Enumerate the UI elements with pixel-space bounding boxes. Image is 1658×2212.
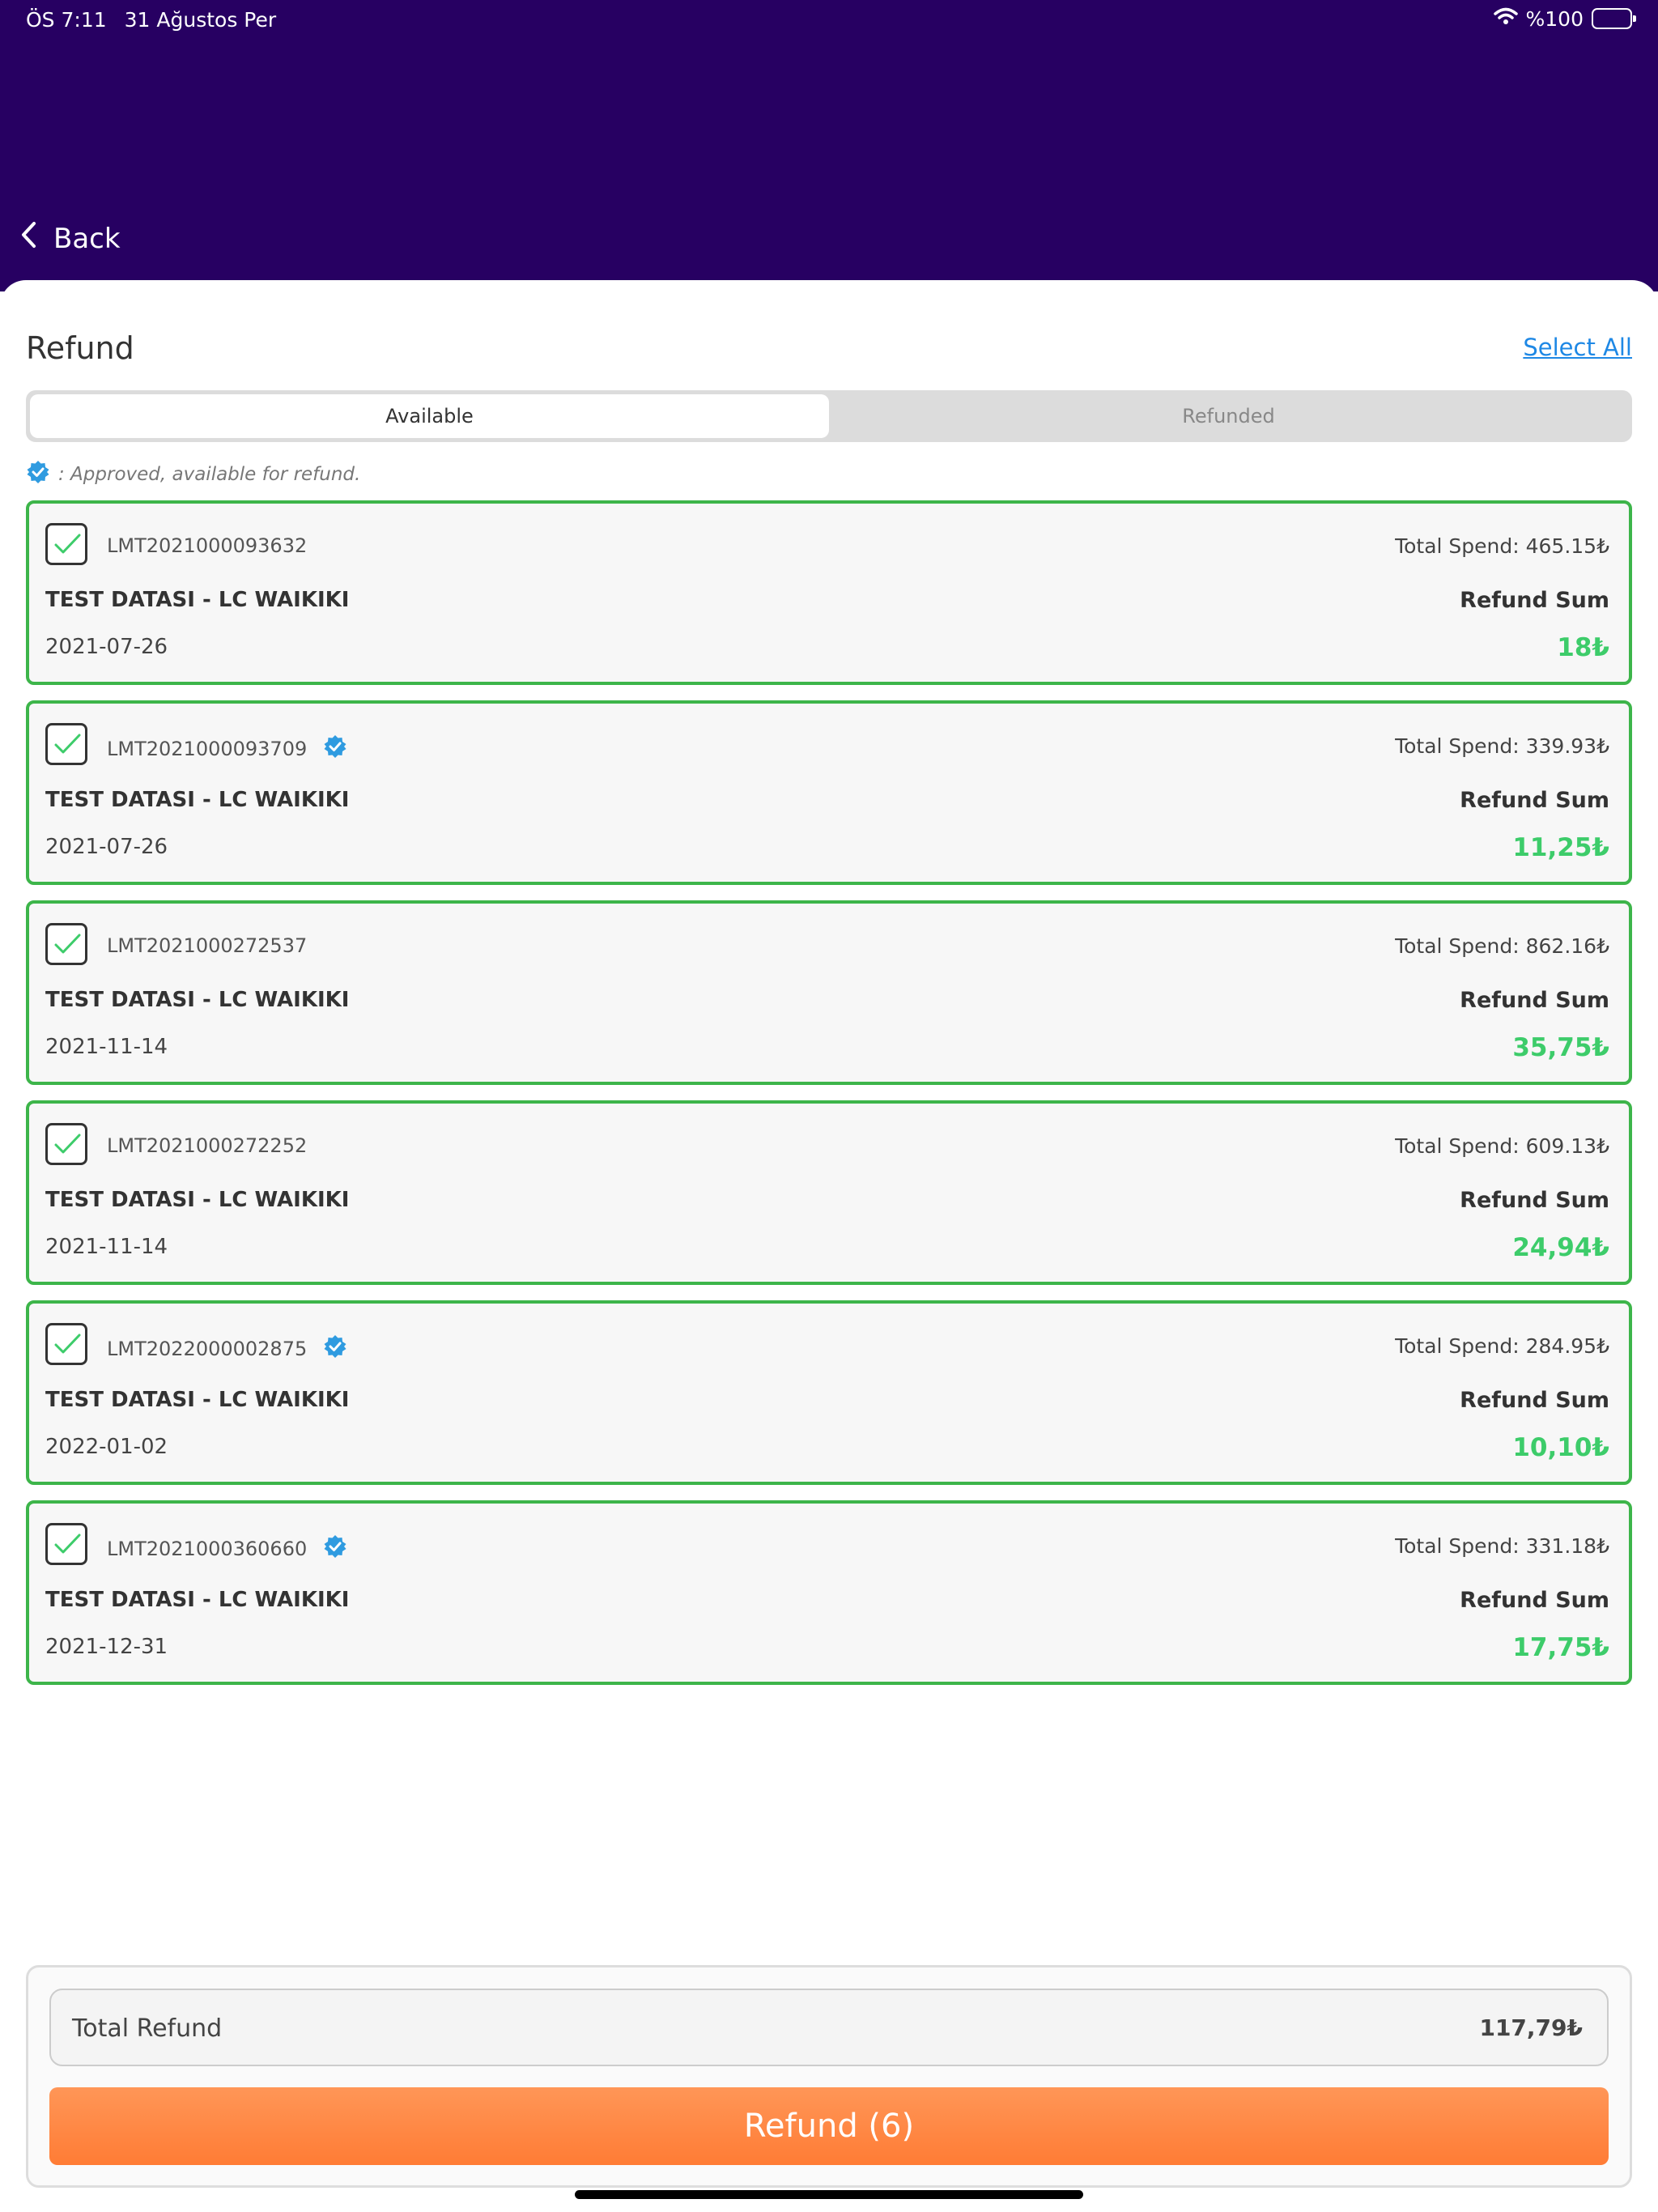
wifi-icon [1493,6,1518,31]
chevron-left-icon [19,220,39,257]
home-indicator [575,2190,1083,2199]
refund-card[interactable]: LMT2022000002875 Total Spend: 284.95₺ TE… [26,1300,1632,1485]
refund-list: LMT2021000093632 Total Spend: 465.15₺ TE… [26,500,1632,1700]
refund-sum-label: Refund Sum [1460,988,1609,1013]
verified-badge-icon [323,1534,347,1563]
transaction-date: 2022-01-02 [45,1435,168,1459]
refund-card[interactable]: LMT2021000360660 Total Spend: 331.18₺ TE… [26,1500,1632,1685]
transaction-id: LMT2021000093632 [107,534,308,557]
refund-amount: 24,94₺ [1512,1233,1609,1262]
refund-card[interactable]: LMT2021000272537 Total Spend: 862.16₺ TE… [26,900,1632,1085]
checkmark-icon [54,1334,81,1354]
total-spend: Total Spend: 862.16₺ [1395,934,1609,958]
item-checkbox[interactable] [45,1123,87,1165]
transaction-id: LMT2021000272537 [107,934,308,957]
refund-card[interactable]: LMT2021000093632 Total Spend: 465.15₺ TE… [26,500,1632,685]
store-name: TEST DATASI - LC WAIKIKI [45,988,350,1012]
tab-available[interactable]: Available [30,394,829,438]
total-spend: Total Spend: 339.93₺ [1395,734,1609,758]
total-spend: Total Spend: 465.15₺ [1395,534,1609,558]
refund-button[interactable]: Refund (6) [49,2087,1609,2165]
checkmark-icon [54,1134,81,1154]
legend-text: : Approved, available for refund. [58,464,361,485]
refund-amount: 18₺ [1557,633,1609,662]
transaction-id: LMT2021000272252 [107,1134,308,1157]
transaction-date: 2021-07-26 [45,835,168,859]
transaction-id: LMT2021000360660 [107,1538,308,1560]
transaction-id: LMT2021000093709 [107,738,308,760]
back-button[interactable]: Back [19,220,121,257]
item-checkbox[interactable] [45,1323,87,1365]
total-refund-box: Total Refund 117,79₺ [49,1989,1609,2066]
total-spend: Total Spend: 284.95₺ [1395,1334,1609,1358]
store-name: TEST DATASI - LC WAIKIKI [45,1388,350,1412]
transaction-date: 2021-07-26 [45,635,168,659]
back-label: Back [53,222,121,255]
item-checkbox[interactable] [45,923,87,965]
checkmark-icon [54,734,81,754]
battery-percent: %100 [1525,6,1584,31]
tab-segment: Available Refunded [26,390,1632,442]
refund-sum-label: Refund Sum [1460,588,1609,613]
checkmark-icon [54,1534,81,1554]
refund-amount: 35,75₺ [1512,1033,1609,1062]
verified-badge-icon [26,460,50,489]
page-title: Refund [26,330,134,366]
verified-badge-icon [323,734,347,764]
item-checkbox[interactable] [45,723,87,765]
status-bar: ÖS 7:11 31 Ağustos Per %100 [0,0,1658,39]
refund-amount: 17,75₺ [1512,1633,1609,1662]
refund-summary-panel: Total Refund 117,79₺ Refund (6) [26,1965,1632,2188]
status-date: 31 Ağustos Per [124,8,277,32]
store-name: TEST DATASI - LC WAIKIKI [45,788,350,812]
refund-sheet: Refund Select All Available Refunded : A… [0,280,1658,2212]
total-refund-label: Total Refund [72,2014,223,2043]
checkmark-icon [54,534,81,554]
store-name: TEST DATASI - LC WAIKIKI [45,1188,350,1212]
total-spend: Total Spend: 331.18₺ [1395,1534,1609,1558]
refund-amount: 10,10₺ [1512,1433,1609,1462]
legend: : Approved, available for refund. [26,460,360,489]
header: ÖS 7:11 31 Ağustos Per %100 Back [0,0,1658,291]
transaction-id: LMT2022000002875 [107,1338,308,1360]
refund-sum-label: Refund Sum [1460,1388,1609,1413]
refund-sum-label: Refund Sum [1460,1588,1609,1613]
refund-card[interactable]: LMT2021000272252 Total Spend: 609.13₺ TE… [26,1100,1632,1285]
tab-refunded[interactable]: Refunded [829,394,1628,438]
refund-card[interactable]: LMT2021000093709 Total Spend: 339.93₺ TE… [26,700,1632,885]
item-checkbox[interactable] [45,1523,87,1565]
item-checkbox[interactable] [45,523,87,565]
transaction-date: 2021-11-14 [45,1035,168,1059]
total-refund-value: 117,79₺ [1479,2014,1583,2041]
store-name: TEST DATASI - LC WAIKIKI [45,588,350,612]
refund-sum-label: Refund Sum [1460,1188,1609,1213]
total-spend: Total Spend: 609.13₺ [1395,1134,1609,1158]
checkmark-icon [54,934,81,954]
transaction-date: 2021-11-14 [45,1235,168,1259]
select-all-link[interactable]: Select All [1523,334,1632,361]
status-time: ÖS 7:11 [26,8,107,32]
verified-badge-icon [323,1334,347,1363]
refund-sum-label: Refund Sum [1460,788,1609,813]
store-name: TEST DATASI - LC WAIKIKI [45,1588,350,1612]
refund-amount: 11,25₺ [1512,833,1609,862]
battery-icon [1592,8,1636,29]
transaction-date: 2021-12-31 [45,1635,168,1659]
